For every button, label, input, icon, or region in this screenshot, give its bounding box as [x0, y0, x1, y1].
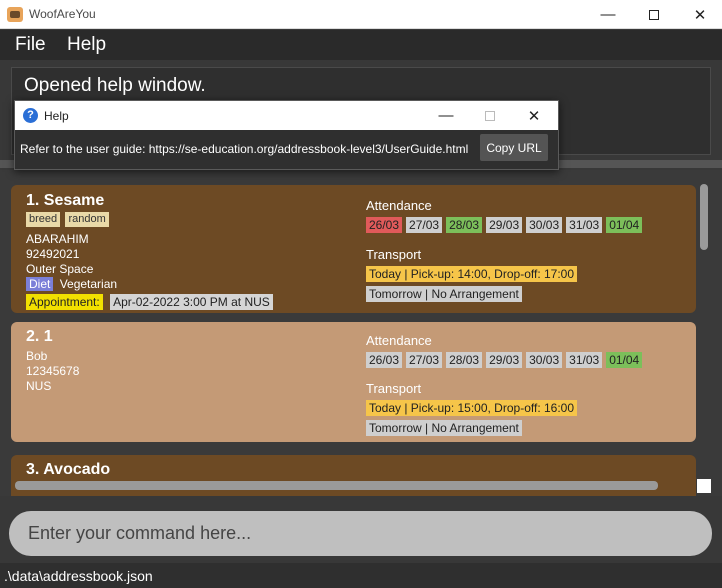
- close-icon: ✕: [693, 6, 707, 24]
- help-maximize-button: [468, 101, 512, 130]
- attendance-title: Attendance: [366, 333, 432, 348]
- attendance-tag: 28/03: [446, 217, 483, 233]
- person-name: 3. Avocado: [26, 461, 110, 479]
- appointment-label: Appointment:: [26, 294, 103, 310]
- attendance-section: Attendance 26/03 27/03 28/03 29/03 30/03…: [366, 333, 643, 368]
- attendance-section: Attendance 26/03 27/03 28/03 29/03 30/03…: [366, 198, 643, 233]
- minimize-icon: —: [438, 107, 454, 124]
- help-question-icon: ?: [23, 108, 38, 123]
- tag-row: breed random: [26, 211, 111, 227]
- attendance-tag: 27/03: [406, 352, 443, 368]
- result-text: Opened help window.: [24, 75, 206, 96]
- copy-url-button[interactable]: Copy URL: [480, 134, 548, 161]
- help-window-title: Help: [44, 109, 69, 123]
- tag: breed: [26, 212, 61, 227]
- help-title-bar: ? Help — ✕: [15, 101, 558, 130]
- person-name-text: Sesame: [43, 192, 105, 209]
- attendance-tag: 31/03: [566, 217, 603, 233]
- transport-today: Today | Pick-up: 15:00, Drop-off: 16:00: [366, 400, 578, 416]
- attendance-tag: 29/03: [486, 217, 523, 233]
- person-name-text: 1: [43, 328, 53, 345]
- person-card[interactable]: 2. 1 Bob 12345678 NUS Attendance 26/03 2…: [11, 322, 696, 442]
- attendance-tag: 29/03: [486, 352, 523, 368]
- maximize-button[interactable]: [631, 0, 677, 29]
- attendance-tag: 01/04: [606, 352, 643, 368]
- attendance-tag: 26/03: [366, 352, 403, 368]
- minimize-icon: —: [600, 6, 616, 23]
- diet-label: Diet: [26, 277, 54, 291]
- person-name-text: Avocado: [43, 461, 111, 478]
- tag: random: [65, 212, 109, 227]
- command-input[interactable]: [9, 511, 712, 556]
- menu-help[interactable]: Help: [67, 34, 106, 56]
- attendance-tag: 28/03: [446, 352, 483, 368]
- attendance-tag: 31/03: [566, 352, 603, 368]
- person-index: 1.: [26, 192, 40, 209]
- address: Outer Space: [26, 262, 94, 276]
- help-window: ? Help — ✕ Refer to the user guide: http…: [14, 100, 559, 170]
- appointment-row: Appointment: Apr-02-2022 3:00 PM at NUS: [26, 294, 273, 310]
- maximize-icon: [649, 9, 659, 20]
- owner-name: ABARAHIM: [26, 232, 89, 246]
- close-button[interactable]: ✕: [677, 0, 722, 29]
- status-bar: .\data\addressbook.json: [0, 563, 722, 588]
- transport-title: Transport: [366, 381, 422, 396]
- owner-name: Bob: [26, 349, 48, 363]
- attendance-tag: 30/03: [526, 352, 563, 368]
- person-index: 2.: [26, 328, 40, 345]
- transport-section: Transport Today | Pick-up: 14:00, Drop-o…: [366, 247, 578, 303]
- app-logo-icon: [7, 7, 23, 22]
- person-index: 3.: [26, 461, 40, 478]
- save-file-path: .\data\addressbook.json: [4, 568, 153, 584]
- vertical-scroll-thumb[interactable]: [700, 184, 708, 250]
- minimize-button[interactable]: —: [585, 0, 631, 29]
- attendance-tag: 27/03: [406, 217, 443, 233]
- help-minimize-button[interactable]: —: [424, 101, 468, 130]
- horizontal-scroll-thumb[interactable]: [15, 481, 658, 490]
- transport-tomorrow: Tomorrow | No Arrangement: [366, 286, 522, 302]
- window-title: WoofAreYou: [29, 7, 96, 21]
- attendance-tag: 01/04: [606, 217, 643, 233]
- address: NUS: [26, 379, 52, 393]
- window-title-bar: WoofAreYou — ✕: [0, 0, 722, 29]
- attendance-tag: 26/03: [366, 217, 403, 233]
- phone-number: 92492021: [26, 247, 80, 261]
- scroll-corner: [697, 479, 711, 493]
- menu-file[interactable]: File: [15, 34, 46, 56]
- menu-bar: File Help: [0, 30, 722, 60]
- attendance-tag: 30/03: [526, 217, 563, 233]
- maximize-icon: [485, 110, 495, 121]
- diet-row: Diet Vegetarian: [26, 277, 117, 291]
- person-card[interactable]: 1. Sesame breed random ABARAHIM 92492021…: [11, 185, 696, 313]
- help-message: Refer to the user guide: https://se-educ…: [20, 142, 469, 156]
- transport-section: Transport Today | Pick-up: 15:00, Drop-o…: [366, 381, 578, 437]
- transport-today: Today | Pick-up: 14:00, Drop-off: 17:00: [366, 266, 578, 282]
- person-name: 2. 1: [26, 328, 53, 346]
- help-close-button[interactable]: ✕: [512, 101, 556, 130]
- close-icon: ✕: [527, 107, 541, 125]
- person-list[interactable]: 1. Sesame breed random ABARAHIM 92492021…: [0, 170, 722, 496]
- person-name: 1. Sesame: [26, 192, 104, 210]
- transport-title: Transport: [366, 247, 422, 262]
- diet-value: Vegetarian: [59, 277, 118, 291]
- attendance-title: Attendance: [366, 198, 432, 213]
- transport-tomorrow: Tomorrow | No Arrangement: [366, 420, 522, 436]
- phone-number: 12345678: [26, 364, 80, 378]
- appointment-value: Apr-02-2022 3:00 PM at NUS: [110, 294, 273, 310]
